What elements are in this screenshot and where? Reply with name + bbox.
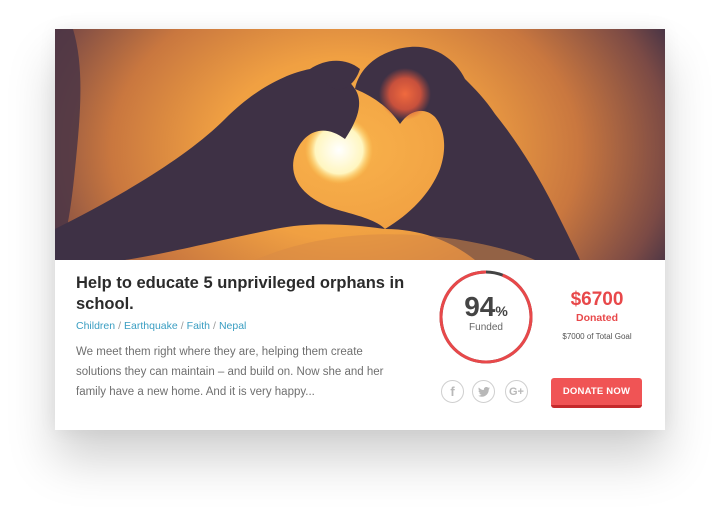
campaign-photo	[55, 29, 665, 260]
donated-label: Donated	[576, 312, 618, 324]
heart-hands-illustration	[55, 29, 580, 260]
tag-separator: /	[118, 320, 122, 332]
campaign-description: We meet them right where they are, helpi…	[76, 346, 384, 398]
tag-separator: /	[213, 320, 216, 332]
twitter-share-button[interactable]	[472, 380, 495, 403]
funded-percent-symbol: %	[495, 303, 508, 319]
funded-label: Funded	[469, 322, 503, 333]
campaign-card: Help to educate 5 unprivileged orphans i…	[55, 29, 665, 430]
funded-percent: 94%	[438, 292, 534, 326]
funded-percent-value: 94	[464, 291, 496, 322]
campaign-title[interactable]: Help to educate 5 unprivileged orphans i…	[76, 273, 406, 315]
tag-faith[interactable]: Faith	[187, 320, 210, 332]
twitter-icon	[477, 386, 490, 397]
total-goal: $7000 of Total Goal	[562, 332, 632, 341]
donate-now-button[interactable]: DONATE NOW	[551, 378, 642, 408]
campaign-tags: Children / Earthquake / Faith / Nepal	[76, 320, 246, 332]
tag-separator: /	[180, 320, 184, 332]
facebook-share-button[interactable]: f	[441, 380, 464, 403]
facebook-icon: f	[450, 384, 455, 399]
tag-earthquake[interactable]: Earthquake	[124, 320, 178, 332]
google-plus-icon: G+	[509, 385, 524, 398]
donated-amount: $6700	[570, 289, 624, 310]
tag-nepal[interactable]: Nepal	[219, 320, 246, 332]
tag-children[interactable]: Children	[76, 320, 115, 332]
google-plus-share-button[interactable]: G+	[505, 380, 528, 403]
